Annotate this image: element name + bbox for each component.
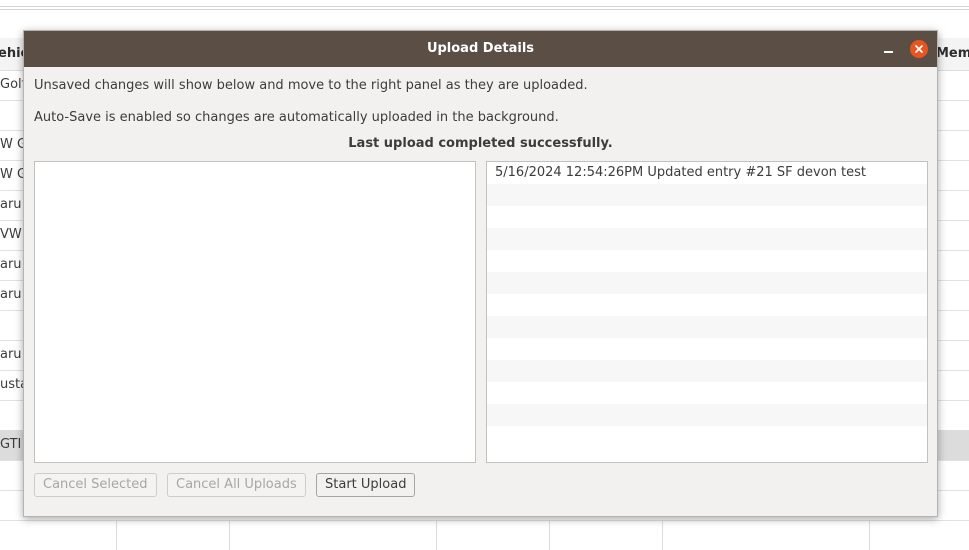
table-cell-vehicle: aru <box>0 257 22 272</box>
table-cell-vehicle: Golf <box>0 77 24 92</box>
list-item[interactable] <box>487 250 927 272</box>
column-header-memo[interactable]: Mem <box>936 46 969 61</box>
pending-uploads-list[interactable] <box>34 161 476 463</box>
list-item[interactable] <box>487 404 927 426</box>
start-upload-button[interactable]: Start Upload <box>316 473 416 497</box>
completed-uploads-list[interactable]: 5/16/2024 12:54:26PM Updated entry #21 S… <box>486 161 928 463</box>
list-item[interactable] <box>487 272 927 294</box>
divider <box>116 520 117 550</box>
table-cell-vehicle: aru <box>0 197 22 212</box>
cancel-selected-button[interactable]: Cancel Selected <box>34 473 157 497</box>
info-message-autosave: Auto-Save is enabled so changes are auto… <box>34 110 559 125</box>
table-cell-vehicle: aru <box>0 287 22 302</box>
divider <box>869 520 870 550</box>
divider <box>229 520 230 550</box>
close-icon[interactable] <box>910 40 928 58</box>
divider <box>549 520 550 550</box>
upload-status-text: Last upload completed successfully. <box>348 136 613 151</box>
table-cell-vehicle: aru <box>0 347 22 362</box>
cancel-all-uploads-button[interactable]: Cancel All Uploads <box>167 473 306 497</box>
divider <box>0 6 969 7</box>
divider <box>436 520 437 550</box>
divider <box>662 520 663 550</box>
table-cell-vehicle: W GT <box>0 137 24 152</box>
dialog-title: Upload Details <box>426 41 535 56</box>
list-item[interactable] <box>487 184 927 206</box>
upload-details-dialog: Upload Details Unsaved changes will show… <box>23 30 938 517</box>
table-cell-vehicle: W Go <box>0 167 24 182</box>
list-item[interactable] <box>487 360 927 382</box>
list-item[interactable] <box>487 206 927 228</box>
table-cell-vehicle: usta <box>0 377 24 392</box>
info-message-unsaved: Unsaved changes will show below and move… <box>34 78 588 93</box>
table-cell-vehicle: GTI <box>0 437 22 452</box>
list-item[interactable]: 5/16/2024 12:54:26PM Updated entry #21 S… <box>487 162 927 184</box>
list-item[interactable] <box>487 228 927 250</box>
list-item[interactable] <box>487 294 927 316</box>
minimize-icon[interactable] <box>879 39 899 59</box>
table-cell-vehicle: VW J <box>0 227 24 242</box>
divider <box>0 9 969 10</box>
list-item[interactable] <box>487 316 927 338</box>
list-item[interactable] <box>487 426 927 448</box>
dialog-titlebar[interactable]: Upload Details <box>24 31 937 67</box>
list-item[interactable] <box>487 338 927 360</box>
list-item[interactable] <box>487 382 927 404</box>
